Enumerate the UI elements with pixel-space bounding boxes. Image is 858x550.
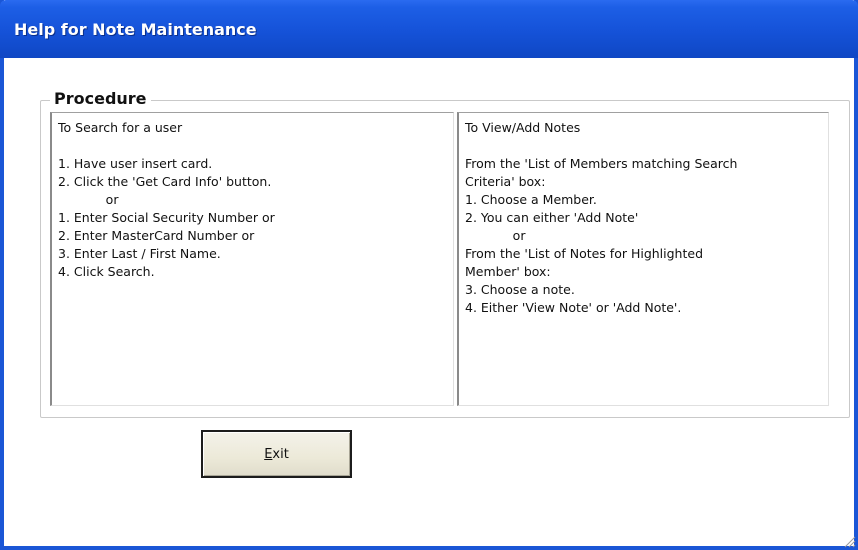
view-add-notes-textbox[interactable]: To View/Add Notes From the 'List of Memb… [457, 112, 829, 406]
instruction-line: 4. Click Search. [58, 264, 155, 279]
instruction-line: Member' box: [465, 264, 551, 279]
instruction-line: Criteria' box: [465, 174, 546, 189]
exit-label-rest: xit [272, 446, 289, 462]
instruction-line: 4. Either 'View Note' or 'Add Note'. [465, 300, 682, 315]
instruction-line: 3. Choose a note. [465, 282, 575, 297]
instruction-line: 1. Enter Social Security Number or [58, 210, 275, 225]
instruction-line: 2. You can either 'Add Note' [465, 210, 639, 225]
instruction-line: From the 'List of Notes for Highlighted [465, 246, 704, 261]
search-instructions-textbox[interactable]: To Search for a user 1. Have user insert… [50, 112, 454, 406]
instruction-line: 2. Enter MasterCard Number or [58, 228, 255, 243]
window-title: Help for Note Maintenance [14, 20, 257, 39]
procedure-legend: Procedure [50, 89, 151, 108]
title-bar[interactable]: Help for Note Maintenance [0, 0, 858, 58]
instruction-line: 2. Click the 'Get Card Info' button. [58, 174, 272, 189]
instruction-line [58, 137, 449, 155]
exit-button[interactable]: Exit [201, 430, 352, 478]
instruction-line: or [465, 228, 526, 243]
instruction-line: or [58, 192, 119, 207]
instruction-line: 1. Choose a Member. [465, 192, 597, 207]
instruction-line: From the 'List of Members matching Searc… [465, 156, 738, 171]
instruction-line [465, 137, 824, 155]
exit-button-label: Exit [264, 447, 289, 462]
instruction-line: To View/Add Notes [465, 120, 581, 135]
resize-grip-icon[interactable] [842, 534, 856, 548]
instruction-line: To Search for a user [58, 120, 183, 135]
instruction-line: 1. Have user insert card. [58, 156, 213, 171]
instruction-line: 3. Enter Last / First Name. [58, 246, 221, 261]
